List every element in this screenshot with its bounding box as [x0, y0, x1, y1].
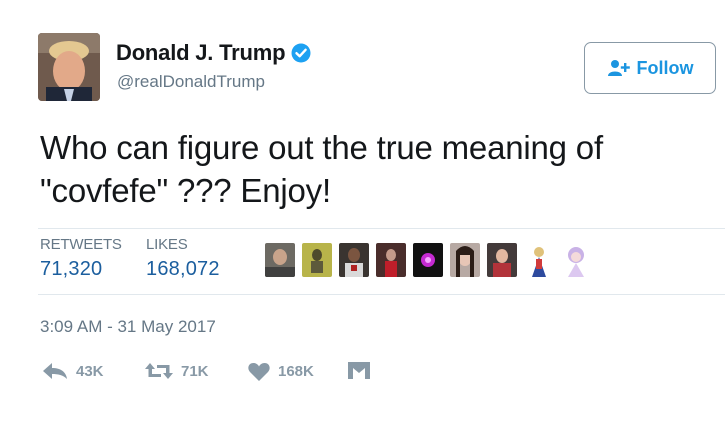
tweet-card: Donald J. Trump @realDonaldTrump Follow … [0, 0, 725, 425]
like-button[interactable]: 168K [248, 362, 314, 381]
follow-button[interactable]: Follow [584, 42, 716, 94]
retweet-button[interactable]: 71K [145, 362, 209, 380]
liker-avatar[interactable] [487, 243, 517, 277]
reply-icon [42, 362, 68, 380]
retweet-icon [145, 362, 173, 380]
divider-top [38, 228, 725, 229]
liker-avatar[interactable] [561, 243, 591, 277]
retweet-count: 71K [181, 362, 209, 380]
avatar[interactable] [38, 33, 100, 101]
liker-avatars [265, 243, 598, 277]
likes-value: 168,072 [146, 258, 220, 280]
liker-avatar[interactable] [413, 243, 443, 277]
reply-button[interactable]: 43K [42, 362, 104, 380]
author-name-row[interactable]: Donald J. Trump [116, 40, 311, 66]
envelope-icon [348, 362, 370, 379]
liker-avatar[interactable] [376, 243, 406, 277]
reply-count: 43K [76, 362, 104, 380]
author-handle[interactable]: @realDonaldTrump [117, 72, 265, 92]
verified-badge-icon [291, 43, 311, 63]
heart-icon [248, 362, 270, 381]
divider-middle [38, 294, 725, 295]
add-user-icon [607, 59, 631, 77]
follow-button-label: Follow [636, 57, 694, 78]
liker-avatar[interactable] [265, 243, 295, 277]
timestamp[interactable]: 3:09 AM - 31 May 2017 [40, 317, 216, 337]
liker-avatar[interactable] [302, 243, 332, 277]
liker-avatar[interactable] [339, 243, 369, 277]
retweets-value: 71,320 [40, 258, 103, 280]
liker-avatar[interactable] [524, 243, 554, 277]
liker-avatar[interactable] [450, 243, 480, 277]
like-count: 168K [278, 363, 314, 380]
retweets-label: RETWEETS [40, 236, 122, 253]
likes-label: LIKES [146, 236, 188, 253]
tweet-text-line-1: Who can figure out the true meaning of [40, 129, 603, 166]
likes-stat[interactable]: LIKES 168,072 [146, 236, 220, 281]
retweets-stat[interactable]: RETWEETS 71,320 [40, 236, 122, 281]
tweet-text: Who can figure out the true meaning of "… [40, 126, 690, 212]
author-display-name[interactable]: Donald J. Trump [116, 40, 286, 66]
direct-message-button[interactable] [348, 362, 370, 379]
tweet-text-line-2: "covfefe" ??? Enjoy! [40, 172, 331, 209]
